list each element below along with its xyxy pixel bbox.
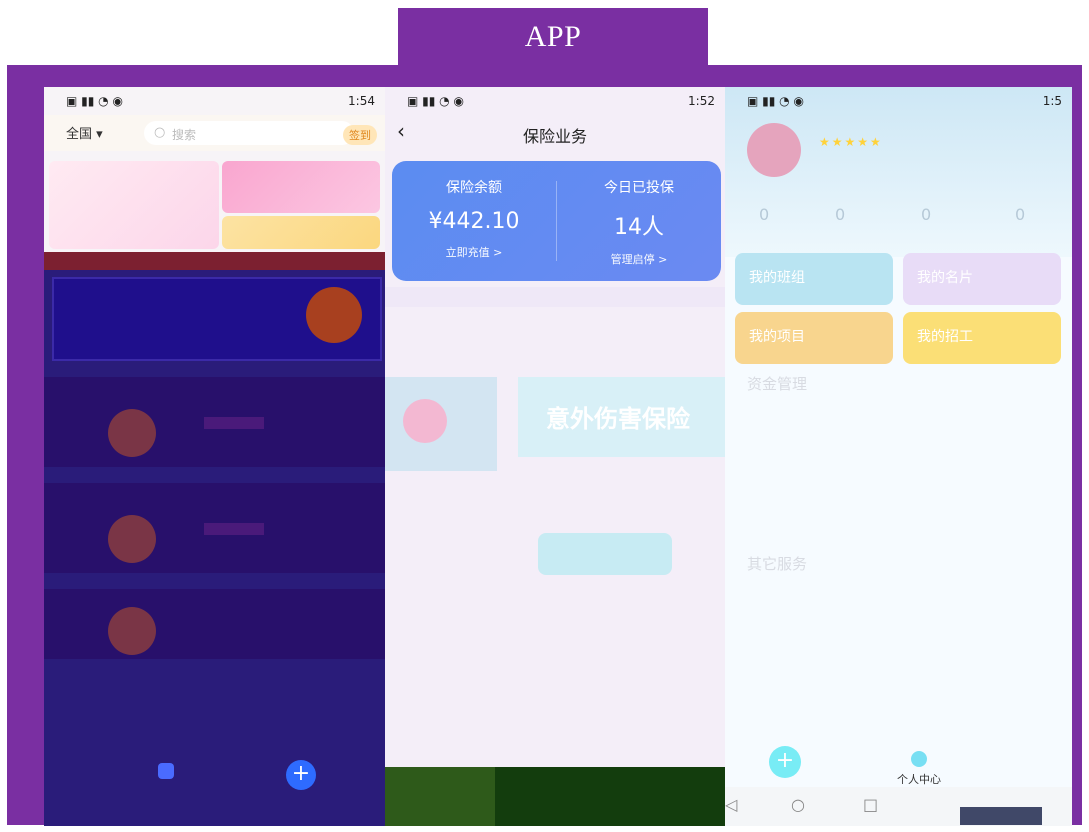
fund-section-title: 资金管理: [747, 375, 808, 393]
stat-value: 0: [759, 205, 770, 224]
avatar[interactable]: [747, 123, 801, 177]
balance-column: 保险余额 ¥442.10 立即充值 >: [392, 177, 556, 260]
search-icon: ○: [154, 125, 166, 140]
status-time: 1:54: [348, 94, 375, 108]
today-value: 14人: [614, 215, 664, 240]
stat-value: 0: [835, 205, 846, 224]
status-time: 1:5: [1042, 94, 1062, 108]
screen-insurance: ▣ ▮▮ ◔ ◉ 1:52 ‹ 保险业务 保险余额 ¥442.10 立即充值 >…: [385, 87, 725, 826]
banner-bottom-right[interactable]: [222, 216, 380, 249]
status-bar: ▣ ▮▮ ◔ ◉ 1:52: [385, 87, 725, 115]
search-bar[interactable]: ○ 搜索: [144, 121, 354, 145]
recharge-link[interactable]: 立即充值 >: [392, 244, 556, 260]
tile-card[interactable]: 我的名片: [903, 253, 1061, 305]
action-button[interactable]: [538, 533, 672, 575]
list-tag: [204, 523, 264, 535]
sign-in-button[interactable]: 签到: [343, 125, 377, 145]
list-item[interactable]: [44, 589, 385, 659]
tile-recruit[interactable]: 我的招工: [903, 312, 1061, 364]
balance-value: ¥442.10: [428, 209, 520, 234]
today-label: 今日已投保: [604, 180, 674, 196]
stat-value: 0: [1015, 205, 1026, 224]
avatar: [108, 409, 156, 457]
promo-image: [385, 377, 497, 471]
status-bar: ▣ ▮▮ ◔ ◉ 1:54: [44, 87, 385, 115]
avatar: [108, 515, 156, 563]
status-time: 1:52: [688, 94, 715, 108]
status-bar: ▣ ▮▮ ◔ ◉ 1:5: [725, 87, 1072, 115]
app-tab-label: APP: [398, 8, 708, 65]
tab-strip: [385, 287, 725, 307]
screen-profile: ▣ ▮▮ ◔ ◉ 1:5 ★★★★★ 0 0 0 0 我的班组 我的名片 我的项…: [725, 87, 1072, 826]
status-icons: ▣ ▮▮ ◔ ◉: [66, 94, 123, 108]
back-icon[interactable]: ◁: [725, 795, 737, 814]
status-icons: ▣ ▮▮ ◔ ◉: [747, 94, 804, 108]
tile-team[interactable]: 我的班组: [735, 253, 893, 305]
profile-center-icon[interactable]: [911, 751, 927, 767]
manage-link[interactable]: 管理启停 >: [557, 251, 721, 267]
status-icons: ▣ ▮▮ ◔ ◉: [407, 94, 464, 108]
feed-strip: [44, 252, 385, 270]
avatar: [306, 287, 362, 343]
balance-label: 保险余额: [446, 180, 502, 196]
profile-center-label[interactable]: 个人中心: [897, 771, 941, 787]
add-button[interactable]: +: [286, 760, 316, 790]
banner-top-right[interactable]: [222, 161, 380, 213]
flower-icon: [403, 399, 447, 443]
top-bar: 全国 ▾ ○ 搜索 签到: [44, 115, 385, 151]
screen-home: ▣ ▮▮ ◔ ◉ 1:54 全国 ▾ ○ 搜索 签到 +: [44, 87, 385, 826]
tile-project[interactable]: 我的项目: [735, 312, 893, 364]
home-icon[interactable]: [158, 763, 174, 779]
promo-banner[interactable]: 意外伤害保险: [518, 377, 725, 457]
bottom-bar-left: [385, 767, 495, 826]
banner-main[interactable]: [49, 161, 219, 249]
balance-card: 保险余额 ¥442.10 立即充值 > 今日已投保 14人 管理启停 >: [392, 161, 721, 281]
other-section-title: 其它服务: [747, 555, 808, 573]
home-icon[interactable]: ○: [791, 795, 805, 814]
system-nav-bar: ◁ ○ □: [725, 787, 1072, 826]
add-button[interactable]: +: [769, 746, 801, 778]
page-title: 保险业务: [522, 127, 587, 146]
stat-value: 0: [921, 205, 932, 224]
rating-stars: ★★★★★: [819, 135, 883, 149]
location-selector[interactable]: 全国 ▾: [66, 123, 103, 142]
avatar: [108, 607, 156, 655]
nav-bar-block: [960, 807, 1042, 825]
today-column: 今日已投保 14人 管理启停 >: [557, 177, 721, 267]
list-tag: [204, 417, 264, 429]
search-placeholder: 搜索: [172, 128, 197, 142]
promo-text: 意外伤害保险: [546, 405, 690, 433]
recent-apps-icon[interactable]: □: [863, 795, 878, 814]
nav-bar: ‹ 保险业务: [385, 115, 725, 153]
